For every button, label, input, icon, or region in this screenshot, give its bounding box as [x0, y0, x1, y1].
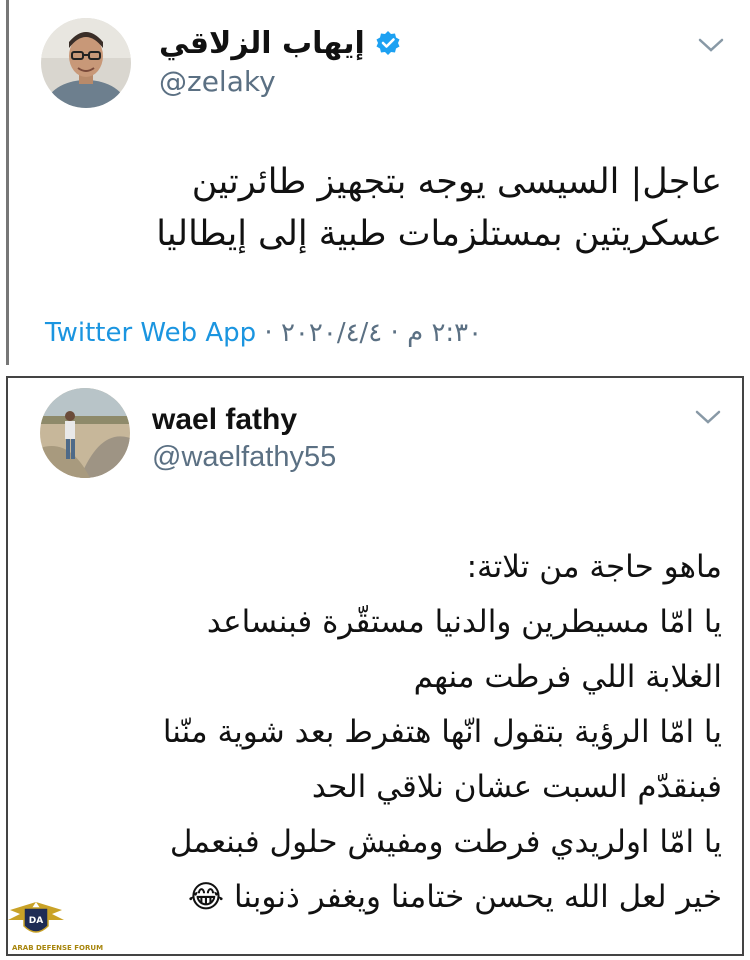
tweet-text-line: خير لعل الله يحسن ختامنا ويغفر ذنوبنا 😂 [187, 879, 722, 915]
tweet-meta: Twitter Web App · ٢٠٢٠/٤/٤ · ٢:٣٠ م [45, 315, 482, 351]
tweet-card-2: wael fathy @waelfathy55 ماهو حاجة من تلا… [6, 376, 744, 956]
tweet-card-1: إيهاب الزلاقي @zelaky عاجل| السيسى يوجه … [6, 0, 744, 365]
display-name[interactable]: wael fathy [152, 402, 297, 438]
tweet-time[interactable]: ٢:٣٠ م [407, 318, 482, 348]
tweet-text-line: عاجل| السيسى يوجه بتجهيز طائرتين [191, 162, 722, 202]
chevron-down-icon[interactable] [697, 36, 725, 54]
forum-logo-text: ARAB DEFENSE FORUM [12, 944, 104, 952]
tweet-text-line: يا امّا اولريدي فرطت ومفيش حلول فبنعمل [169, 824, 722, 860]
display-name[interactable]: إيهاب الزلاقي [159, 26, 401, 62]
verified-badge-icon [375, 29, 401, 55]
avatar[interactable] [41, 18, 131, 108]
tweet-text: عاجل| السيسى يوجه بتجهيز طائرتين عسكريتي… [156, 156, 722, 260]
display-name-text[interactable]: إيهاب الزلاقي [159, 26, 365, 61]
source-app-link[interactable]: Twitter Web App [45, 318, 256, 348]
tweet-text-line: فبنقدّم السبت عشان نلاقي الحد [311, 769, 722, 805]
tweet-text-line: يا امّا مسيطرين والدنيا مستقّرة فبنساعد [206, 604, 722, 640]
tweet-text-line: ماهو حاجة من تلاتة: [466, 549, 722, 585]
tweet-text-line: يا امّا الرؤية بتقول انّها هتفرط بعد شوي… [162, 714, 722, 750]
tweet-text-line: الغلابة اللي فرطت منهم [413, 659, 722, 695]
logo-initials: DA [29, 916, 43, 926]
tweet-text-line: عسكريتين بمستلزمات طبية إلى إيطاليا [156, 214, 722, 254]
user-handle[interactable]: @waelfathy55 [152, 440, 336, 474]
meta-separator: · [390, 318, 399, 348]
user-handle[interactable]: @zelaky [159, 65, 276, 99]
tweet-text: ماهو حاجة من تلاتة: يا امّا مسيطرين والد… [163, 540, 722, 925]
meta-separator: · [264, 318, 273, 348]
chevron-down-icon[interactable] [694, 408, 722, 426]
tweet-date[interactable]: ٢٠٢٠/٤/٤ [281, 318, 382, 348]
avatar[interactable] [40, 388, 130, 478]
